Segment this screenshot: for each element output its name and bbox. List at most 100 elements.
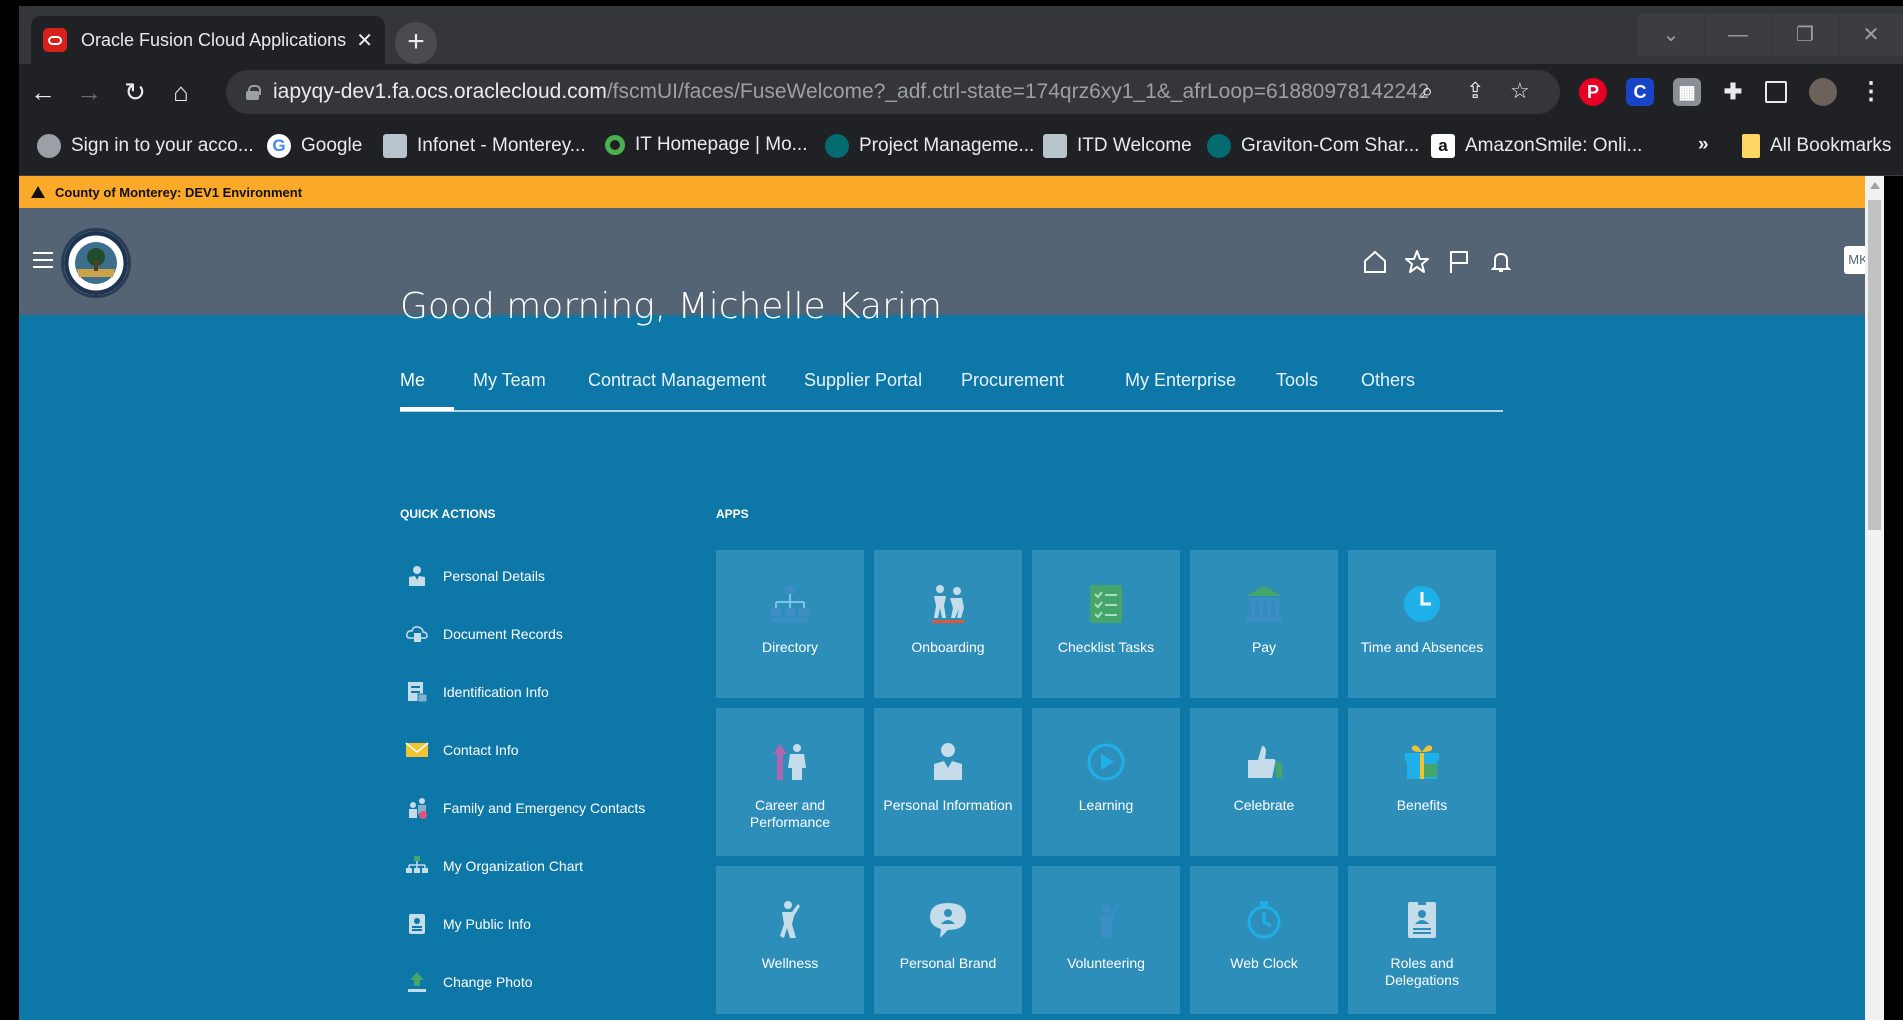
sharepoint-icon	[1207, 134, 1231, 158]
back-icon[interactable]: ←	[23, 72, 63, 112]
url-text[interactable]: iapyqy-dev1.fa.ocs.oraclecloud.com/fscmU…	[273, 80, 1428, 104]
scroll-up-arrow-icon[interactable]	[1870, 182, 1880, 189]
extensions-puzzle-icon[interactable]: ✚	[1719, 78, 1747, 106]
bookmark-star-icon[interactable]: ☆	[1510, 78, 1530, 104]
id-document-icon	[408, 682, 428, 703]
all-bookmarks-button[interactable]: All Bookmarks	[1742, 134, 1891, 158]
oracle-page: County of Monterey: DEV1 Environment MK …	[19, 176, 1884, 1020]
quick-action-personal-details[interactable]: Personal Details	[405, 560, 545, 592]
side-panel-icon[interactable]	[1765, 81, 1787, 103]
new-tab-button[interactable]: +	[395, 22, 437, 64]
app-tile-pay[interactable]: Pay	[1190, 550, 1338, 698]
quick-action-family-emergency-contacts[interactable]: Family and Emergency Contacts	[405, 792, 645, 824]
app-tile-web-clock[interactable]: Web Clock	[1190, 866, 1338, 1014]
county-seal-logo[interactable]	[61, 228, 131, 298]
menu-dots-icon[interactable]: ⋮	[1857, 78, 1885, 106]
tab-me[interactable]: Me	[400, 370, 425, 391]
environment-banner: County of Monterey: DEV1 Environment	[19, 176, 1884, 208]
app-tile-directory[interactable]: Directory	[716, 550, 864, 698]
browser-chrome: Oracle Fusion Cloud Applications ✕ + ⌄ —…	[19, 6, 1903, 176]
bookmark-item[interactable]: IT Homepage | Mo...	[605, 134, 808, 156]
app-tile-roles-delegations[interactable]: Roles and Delegations	[1348, 866, 1496, 1014]
gift-icon	[1405, 745, 1439, 779]
bookmark-item[interactable]: Graviton-Com Shar...	[1207, 134, 1419, 158]
app-tile-career-performance[interactable]: Career and Performance	[716, 708, 864, 856]
oracle-icon	[43, 28, 67, 52]
checklist-icon	[1090, 585, 1122, 623]
app-tile-volunteering[interactable]: Volunteering	[1032, 866, 1180, 1014]
share-icon[interactable]: ⇪	[1466, 78, 1484, 104]
roles-icon	[1408, 901, 1436, 938]
person-icon	[409, 566, 425, 586]
app-tile-benefits[interactable]: Benefits	[1348, 708, 1496, 856]
quick-action-public-info[interactable]: My Public Info	[405, 908, 531, 940]
c-extension-icon[interactable]: C	[1626, 78, 1654, 106]
tab-others[interactable]: Others	[1361, 370, 1415, 391]
app-tile-personal-brand[interactable]: Personal Brand	[874, 866, 1022, 1014]
restore-button[interactable]: ❐	[1772, 14, 1838, 56]
grid-extension-icon[interactable]: ▦	[1673, 78, 1701, 106]
forward-icon[interactable]: →	[69, 72, 109, 112]
quick-action-identification-info[interactable]: Identification Info	[405, 676, 549, 708]
app-tile-time-absences[interactable]: Time and Absences	[1348, 550, 1496, 698]
reload-icon[interactable]: ↻	[115, 72, 155, 112]
onboarding-icon	[932, 585, 964, 623]
wellness-icon	[780, 901, 800, 938]
close-tab-icon[interactable]: ✕	[356, 28, 373, 53]
tab-supplier-portal[interactable]: Supplier Portal	[804, 370, 922, 391]
folder-icon	[1742, 134, 1760, 158]
quick-action-contact-info[interactable]: Contact Info	[405, 734, 519, 766]
notifications-bell-icon[interactable]	[1487, 248, 1515, 276]
clock-icon	[1404, 586, 1440, 622]
browser-toolbar: ← → ↻ ⌂ iapyqy-dev1.fa.ocs.oraclecloud.c…	[19, 64, 1903, 120]
tab-procurement[interactable]: Procurement	[961, 370, 1064, 391]
app-tile-learning[interactable]: Learning	[1032, 708, 1180, 856]
watchlist-flag-icon[interactable]	[1445, 248, 1473, 276]
tab-my-enterprise[interactable]: My Enterprise	[1125, 370, 1236, 391]
app-tile-onboarding[interactable]: Onboarding	[874, 550, 1022, 698]
home-icon[interactable]: ⌂	[161, 72, 201, 112]
bookmarks-bar: Sign in to your acco... G Google Infonet …	[19, 120, 1903, 176]
tab-title: Oracle Fusion Cloud Applications	[81, 29, 347, 50]
address-bar[interactable]: iapyqy-dev1.fa.ocs.oraclecloud.com/fscmU…	[226, 70, 1560, 114]
stopwatch-icon	[1247, 901, 1281, 939]
org-chart-icon	[406, 856, 428, 873]
zoom-icon[interactable]: ⌕	[1421, 78, 1433, 104]
quick-action-organization-chart[interactable]: My Organization Chart	[405, 850, 583, 882]
minimize-button[interactable]: —	[1705, 14, 1771, 56]
app-tile-celebrate[interactable]: Celebrate	[1190, 708, 1338, 856]
tab-contract-management[interactable]: Contract Management	[588, 370, 766, 391]
speech-bubble-icon	[930, 903, 966, 938]
global-header: MK	[19, 208, 1884, 315]
directory-icon	[771, 586, 809, 622]
quick-action-change-photo[interactable]: Change Photo	[405, 966, 533, 998]
app-tile-personal-information[interactable]: Personal Information	[874, 708, 1022, 856]
lock-icon[interactable]	[246, 84, 261, 100]
profile-avatar-icon[interactable]	[1809, 78, 1837, 106]
quick-action-document-records[interactable]: Document Records	[405, 618, 563, 650]
app-tile-checklist-tasks[interactable]: Checklist Tasks	[1032, 550, 1180, 698]
thumbs-up-icon	[1248, 746, 1282, 778]
google-icon: G	[267, 134, 291, 158]
tab-search-button[interactable]: ⌄	[1638, 14, 1704, 56]
pinterest-extension-icon[interactable]: P	[1579, 78, 1607, 106]
browser-tab[interactable]: Oracle Fusion Cloud Applications ✕	[31, 16, 385, 64]
bookmark-item[interactable]: a AmazonSmile: Onli...	[1431, 134, 1642, 158]
app-tile-wellness[interactable]: Wellness	[716, 866, 864, 1014]
scrollbar-thumb[interactable]	[1868, 200, 1881, 530]
bookmark-item[interactable]: Infonet - Monterey...	[383, 134, 586, 158]
close-window-button[interactable]: ✕	[1839, 14, 1903, 56]
home-icon[interactable]	[1361, 248, 1389, 276]
badge-icon	[409, 914, 425, 934]
bookmark-item[interactable]: Project Manageme...	[825, 134, 1034, 158]
more-bookmarks-button[interactable]: »	[1698, 134, 1709, 156]
hamburger-menu-icon[interactable]	[33, 252, 53, 268]
tab-my-team[interactable]: My Team	[473, 370, 546, 391]
bookmark-item[interactable]: Sign in to your acco...	[37, 134, 254, 158]
tab-tools[interactable]: Tools	[1276, 370, 1318, 391]
page-scrollbar[interactable]	[1865, 176, 1884, 1020]
bookmark-item[interactable]: G Google	[267, 134, 362, 158]
bookmark-item[interactable]: ITD Welcome	[1043, 134, 1192, 158]
favorites-star-icon[interactable]	[1403, 248, 1431, 276]
family-icon	[409, 798, 427, 819]
